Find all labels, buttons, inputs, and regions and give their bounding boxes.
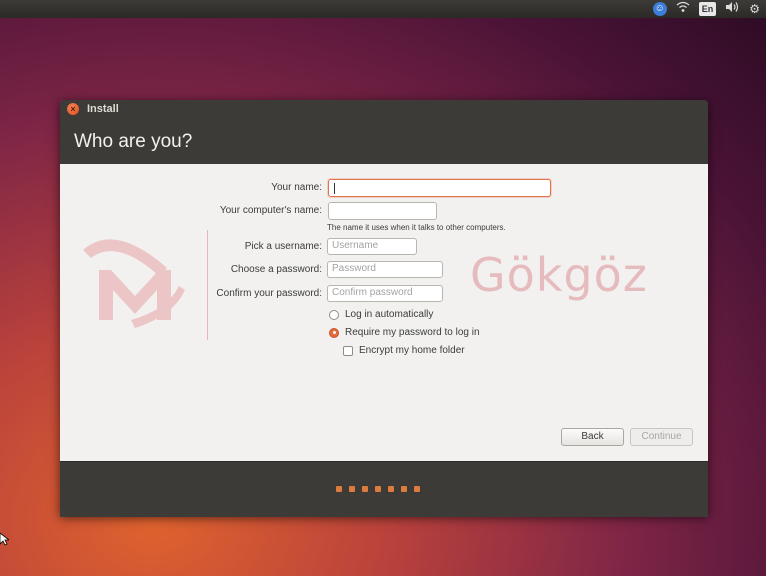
your-name-input[interactable] [328, 179, 551, 197]
keyboard-layout-indicator[interactable]: En [698, 2, 717, 16]
progress-footer [60, 461, 708, 517]
password-label: Choose a password: [230, 264, 322, 275]
progress-dot [401, 486, 407, 492]
watermark-logo [83, 239, 185, 328]
progress-dot [362, 486, 368, 492]
encrypt-home-option[interactable]: Encrypt my home folder [343, 345, 465, 356]
watermark-text: Gökgöz [470, 248, 648, 302]
back-button[interactable]: Back [561, 428, 624, 446]
confirm-password-label: Confirm your password: [216, 288, 322, 299]
text-caret [334, 183, 335, 194]
login-automatically-option[interactable]: Log in automatically [329, 309, 433, 320]
computer-name-hint: The name it uses when it talks to other … [327, 223, 506, 232]
progress-dots [336, 486, 420, 492]
form-area: Gökgöz Your name: Your computer's name: … [60, 164, 708, 461]
progress-dot [349, 486, 355, 492]
username-label: Pick a username: [244, 241, 322, 252]
page-header: Who are you? [60, 118, 708, 164]
close-icon[interactable]: × [67, 103, 79, 115]
your-name-label: Your name: [271, 182, 322, 193]
progress-dot [375, 486, 381, 492]
progress-dot [414, 486, 420, 492]
progress-dot [388, 486, 394, 492]
installer-window: × Install Who are you? Gökgöz Your name:… [60, 100, 708, 517]
password-input[interactable]: Password [327, 261, 443, 278]
username-input[interactable]: Username [327, 238, 417, 255]
accessibility-icon[interactable]: ☺ [652, 2, 667, 16]
settings-gear-icon[interactable]: ⚙ [749, 1, 760, 17]
continue-button[interactable]: Continue [630, 428, 693, 446]
login-automatically-label: Log in automatically [345, 309, 434, 320]
top-panel: ☺ En ⚙ [0, 0, 766, 18]
encrypt-home-checkbox[interactable] [343, 345, 353, 356]
window-titlebar: × Install [60, 100, 708, 118]
system-tray: ☺ En ⚙ [652, 1, 760, 17]
wifi-icon[interactable] [676, 1, 690, 17]
require-password-label: Require my password to log in [345, 327, 480, 338]
login-automatically-radio[interactable] [329, 309, 339, 320]
require-password-option[interactable]: Require my password to log in [329, 327, 480, 338]
computer-name-input[interactable] [328, 202, 437, 220]
window-title: Install [87, 103, 119, 115]
progress-dot [336, 486, 342, 492]
confirm-password-input[interactable]: Confirm password [327, 285, 443, 302]
encrypt-home-label: Encrypt my home folder [359, 345, 465, 356]
require-password-radio[interactable] [329, 327, 339, 338]
computer-name-label: Your computer's name: [219, 205, 322, 216]
page-title: Who are you? [74, 131, 193, 152]
watermark-divider [207, 230, 208, 340]
volume-icon[interactable] [725, 1, 740, 17]
